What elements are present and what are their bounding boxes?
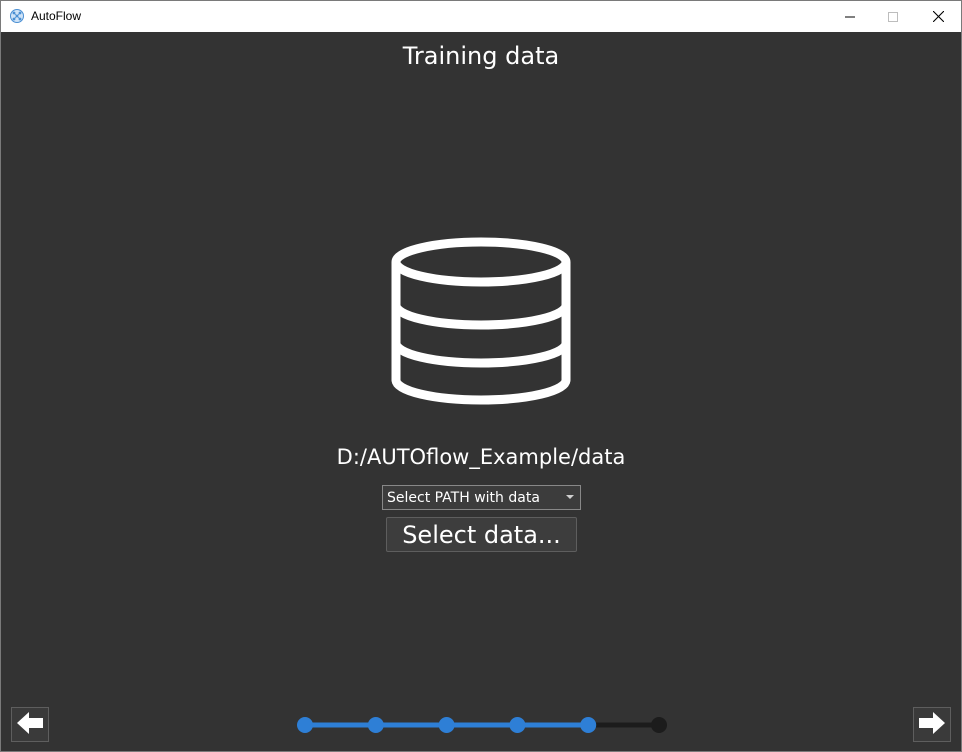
select-data-button[interactable]: Select data... (386, 517, 577, 552)
step-progress (291, 714, 671, 736)
path-select-value: Select PATH with data (387, 489, 540, 506)
chevron-down-icon (566, 495, 574, 499)
app-logo-icon (9, 8, 25, 24)
maximize-button[interactable] (870, 1, 916, 32)
progress-step-dot (297, 717, 313, 733)
main-content: Training data D:/AUTOflow_Example/data S… (1, 32, 961, 751)
close-icon (932, 7, 944, 26)
minimize-icon (845, 7, 855, 26)
select-data-label: Select data... (402, 520, 561, 549)
data-path-label: D:/AUTOflow_Example/data (336, 445, 626, 469)
database-icon (389, 237, 573, 407)
page-title: Training data (402, 42, 560, 70)
app-window: AutoFlow Training data D:/AUTOflow_Examp… (0, 0, 962, 752)
close-button[interactable] (915, 1, 961, 32)
back-button[interactable] (11, 707, 49, 742)
arrow-left-icon (15, 710, 45, 740)
next-button[interactable] (913, 707, 951, 742)
title-bar[interactable]: AutoFlow (1, 1, 961, 32)
progress-step-dot (367, 717, 384, 733)
minimize-button[interactable] (827, 1, 873, 32)
progress-step-dot (438, 717, 455, 733)
progress-step-dot (509, 717, 526, 733)
path-select-dropdown[interactable]: Select PATH with data (382, 485, 581, 510)
progress-step-dot (651, 717, 667, 733)
window-title: AutoFlow (31, 9, 82, 23)
arrow-right-icon (917, 710, 947, 740)
maximize-icon (888, 7, 898, 26)
progress-step-dot (580, 717, 597, 733)
